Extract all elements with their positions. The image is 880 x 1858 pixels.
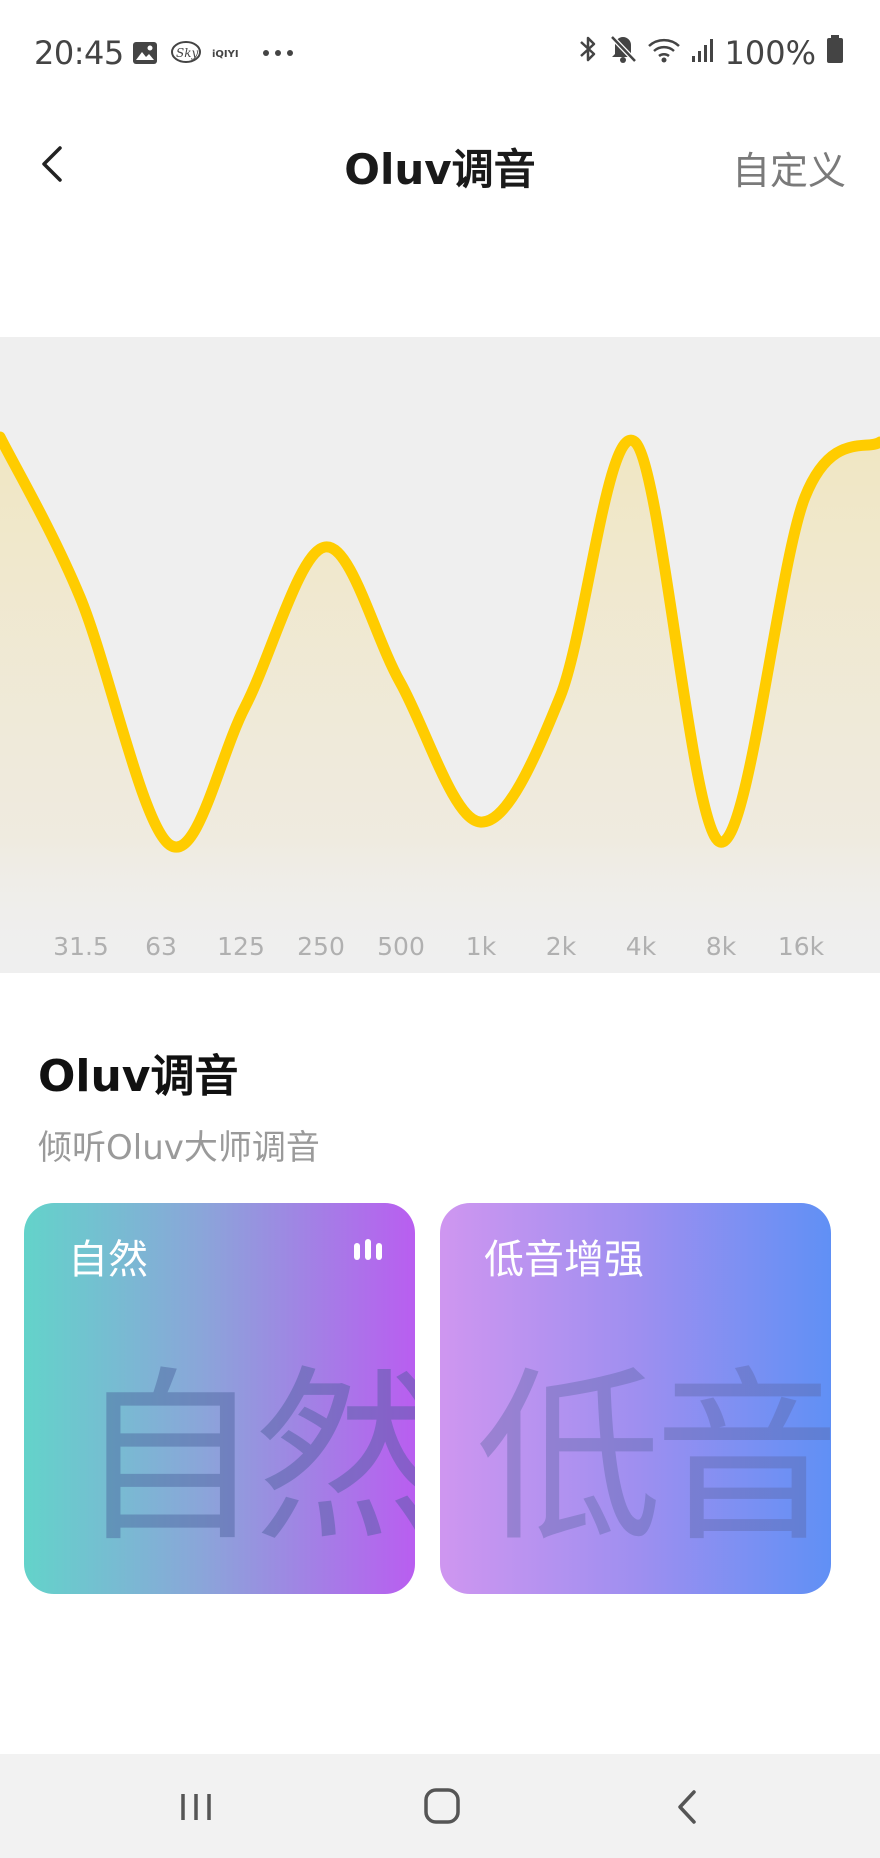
system-navigation-bar: [0, 1754, 880, 1858]
gallery-notification-icon: [132, 38, 158, 68]
home-button[interactable]: [414, 1782, 470, 1832]
freq-label: 2k: [545, 932, 577, 961]
preset-card-natural[interactable]: 自然 自然: [24, 1203, 415, 1594]
freq-label: 1k: [465, 932, 497, 961]
freq-label: 250: [297, 932, 345, 961]
equalizer-chart[interactable]: 31.5 63 125 250 500 1k 2k 4k 8k 16k: [0, 337, 880, 973]
freq-label: 4k: [625, 932, 657, 961]
freq-label: 8k: [705, 932, 737, 961]
status-time: 20:45: [34, 34, 124, 72]
preset-card-bass-boost[interactable]: 低音增强 低音: [440, 1203, 831, 1594]
nav-back-icon: [678, 1790, 696, 1824]
customize-button[interactable]: 自定义: [732, 140, 846, 195]
top-nav-bar: Oluv调音 自定义: [0, 106, 880, 216]
sky-app-notification-icon: Sky: [170, 38, 202, 68]
svg-text:Sky: Sky: [176, 46, 198, 60]
signal-icon: [691, 34, 715, 72]
eq-curve-canvas: [0, 431, 880, 973]
mute-icon: [609, 34, 637, 72]
freq-label: 500: [377, 932, 425, 961]
preset-label: 低音增强: [484, 1237, 644, 1283]
svg-text:iQIYI: iQIYI: [212, 49, 239, 60]
eq-curve-fill: [0, 437, 880, 973]
battery-icon: [826, 34, 844, 72]
recent-apps-button[interactable]: [168, 1782, 224, 1832]
wifi-icon: [647, 34, 681, 72]
battery-percent: 100%: [724, 34, 816, 72]
section-title: Oluv调音: [38, 1051, 239, 1102]
preset-watermark: 低音: [476, 1350, 831, 1567]
bluetooth-icon: [577, 34, 599, 72]
playing-bars-icon: [351, 1237, 385, 1263]
preset-label: 自然: [68, 1237, 148, 1283]
nav-back-button[interactable]: [660, 1782, 716, 1832]
freq-label: 16k: [777, 932, 825, 961]
status-bar: 20:45 Sky iQIYI 100%: [0, 0, 880, 106]
freq-label: 63: [145, 932, 177, 961]
more-notifications-icon: [262, 38, 294, 68]
freq-label: 31.5: [53, 932, 109, 961]
home-icon: [424, 1788, 460, 1824]
recent-apps-icon: [181, 1794, 211, 1820]
section-subtitle: 倾听Oluv大师调音: [38, 1128, 320, 1168]
preset-watermark: 自然: [76, 1350, 415, 1567]
freq-label: 125: [217, 932, 265, 961]
iqiyi-notification-icon: iQIYI: [212, 38, 242, 68]
